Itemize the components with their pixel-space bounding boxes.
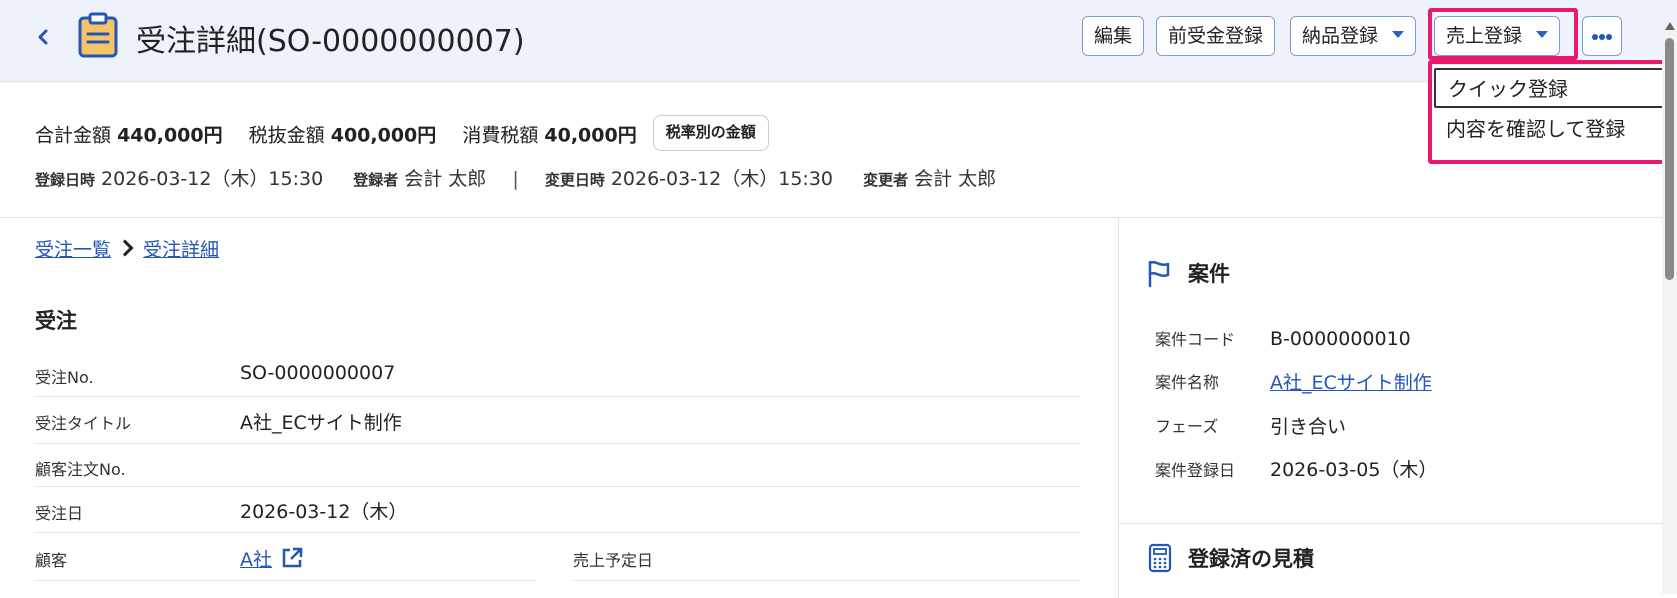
total-label: 合計金額 bbox=[35, 124, 112, 147]
estimates-section-title: 登録済の見積 bbox=[1188, 547, 1314, 571]
sales-dropdown-menu: クイック登録 内容を確認して登録 bbox=[1434, 65, 1676, 157]
tax-rate-button[interactable]: 税率別の金額 bbox=[652, 115, 769, 151]
created-by-value: 会計 太郎 bbox=[404, 168, 487, 190]
customer-value: A社 bbox=[240, 545, 304, 572]
more-button[interactable] bbox=[1582, 16, 1622, 56]
project-phase-label: フェーズ bbox=[1155, 417, 1219, 436]
updated-at-label: 変更日時 bbox=[544, 171, 605, 189]
order-no-label: 受注No. bbox=[35, 368, 94, 387]
back-button[interactable] bbox=[30, 22, 56, 52]
row-divider bbox=[35, 486, 1080, 487]
pretax-label: 税抜金額 bbox=[248, 124, 325, 147]
row-divider bbox=[35, 396, 1080, 397]
sales-date-label: 売上予定日 bbox=[573, 551, 654, 570]
pretax-value: 400,000円 bbox=[330, 124, 437, 147]
tax-label: 消費税額 bbox=[462, 124, 539, 147]
project-phase-value: 引き合い bbox=[1270, 416, 1347, 438]
updated-at-value: 2026-03-12（木）15:30 bbox=[610, 168, 834, 190]
project-code-label: 案件コード bbox=[1155, 330, 1236, 349]
project-section-title: 案件 bbox=[1188, 262, 1230, 286]
tax-value: 40,000円 bbox=[544, 124, 637, 147]
column-divider bbox=[1118, 218, 1119, 598]
row-divider bbox=[35, 580, 537, 581]
caret-down-icon bbox=[1392, 31, 1405, 38]
more-horizontal-icon bbox=[1592, 34, 1612, 40]
sales-button-label: 売上登録 bbox=[1446, 25, 1523, 47]
breadcrumb: 受注一覧 受注詳細 bbox=[35, 235, 219, 262]
page-header: 受注詳細(SO-0000000007) 編集 前受金登録 納品登録 売上登録 bbox=[0, 0, 1677, 82]
divider bbox=[0, 217, 1677, 218]
page-title: 受注詳細(SO-0000000007) bbox=[136, 24, 525, 59]
clipboard-icon bbox=[76, 12, 120, 62]
flag-icon bbox=[1146, 258, 1172, 292]
record-meta: 登録日時 2026-03-12（木）15:30 登録者 会計 太郎 | 変更日時 20… bbox=[35, 164, 996, 191]
edit-button[interactable]: 編集 bbox=[1082, 16, 1145, 56]
order-title-value: A社_ECサイト制作 bbox=[240, 412, 402, 434]
project-created-label: 案件登録日 bbox=[1155, 461, 1236, 480]
calculator-icon bbox=[1148, 543, 1172, 577]
total-value: 440,000円 bbox=[117, 124, 223, 147]
delivery-button-label: 納品登録 bbox=[1302, 25, 1379, 47]
project-name-link[interactable]: A社_ECサイト制作 bbox=[1270, 372, 1432, 394]
project-created-value: 2026-03-05（木） bbox=[1270, 459, 1438, 481]
meta-separator: | bbox=[512, 168, 519, 190]
breadcrumb-order-detail[interactable]: 受注詳細 bbox=[143, 239, 219, 261]
project-name-value: A社_ECサイト制作 bbox=[1270, 368, 1432, 395]
delivery-button[interactable]: 納品登録 bbox=[1290, 16, 1417, 56]
scroll-up-arrow-icon[interactable] bbox=[1665, 22, 1675, 30]
breadcrumb-order-list[interactable]: 受注一覧 bbox=[35, 239, 111, 261]
menu-item-quick-register[interactable]: クイック登録 bbox=[1434, 68, 1676, 108]
project-code-value: B-0000000010 bbox=[1270, 328, 1411, 350]
order-date-label: 受注日 bbox=[35, 504, 84, 523]
amount-summary: 合計金額 440,000円 税抜金額 400,000円 消費税額 40,000円… bbox=[35, 115, 769, 154]
divider bbox=[1118, 523, 1662, 524]
chevron-left-icon bbox=[38, 29, 48, 45]
scrollbar[interactable] bbox=[1662, 20, 1677, 594]
advance-payment-button[interactable]: 前受金登録 bbox=[1156, 16, 1276, 56]
project-name-label: 案件名称 bbox=[1155, 373, 1220, 392]
chevron-right-icon bbox=[116, 239, 134, 257]
row-divider bbox=[35, 532, 1080, 533]
external-link-icon[interactable] bbox=[280, 546, 304, 570]
created-by-label: 登録者 bbox=[353, 171, 399, 189]
customer-link[interactable]: A社 bbox=[240, 549, 272, 571]
updated-by-value: 会計 太郎 bbox=[914, 168, 997, 190]
caret-down-icon bbox=[1536, 31, 1549, 38]
updated-by-label: 変更者 bbox=[863, 171, 909, 189]
sales-button[interactable]: 売上登録 bbox=[1434, 16, 1561, 56]
order-no-value: SO-0000000007 bbox=[240, 362, 396, 384]
created-at-label: 登録日時 bbox=[35, 171, 96, 189]
menu-item-confirm-register[interactable]: 内容を確認して登録 bbox=[1434, 110, 1676, 150]
scrollbar-thumb[interactable] bbox=[1665, 38, 1674, 280]
order-title-label: 受注タイトル bbox=[35, 414, 132, 433]
order-date-value: 2026-03-12（木） bbox=[240, 501, 408, 523]
customer-label: 顧客 bbox=[35, 551, 68, 570]
row-divider bbox=[35, 443, 1080, 444]
customer-po-label: 顧客注文No. bbox=[35, 460, 126, 479]
created-at-value: 2026-03-12（木）15:30 bbox=[101, 168, 324, 190]
order-section-title: 受注 bbox=[35, 309, 77, 333]
row-divider bbox=[573, 580, 1080, 581]
